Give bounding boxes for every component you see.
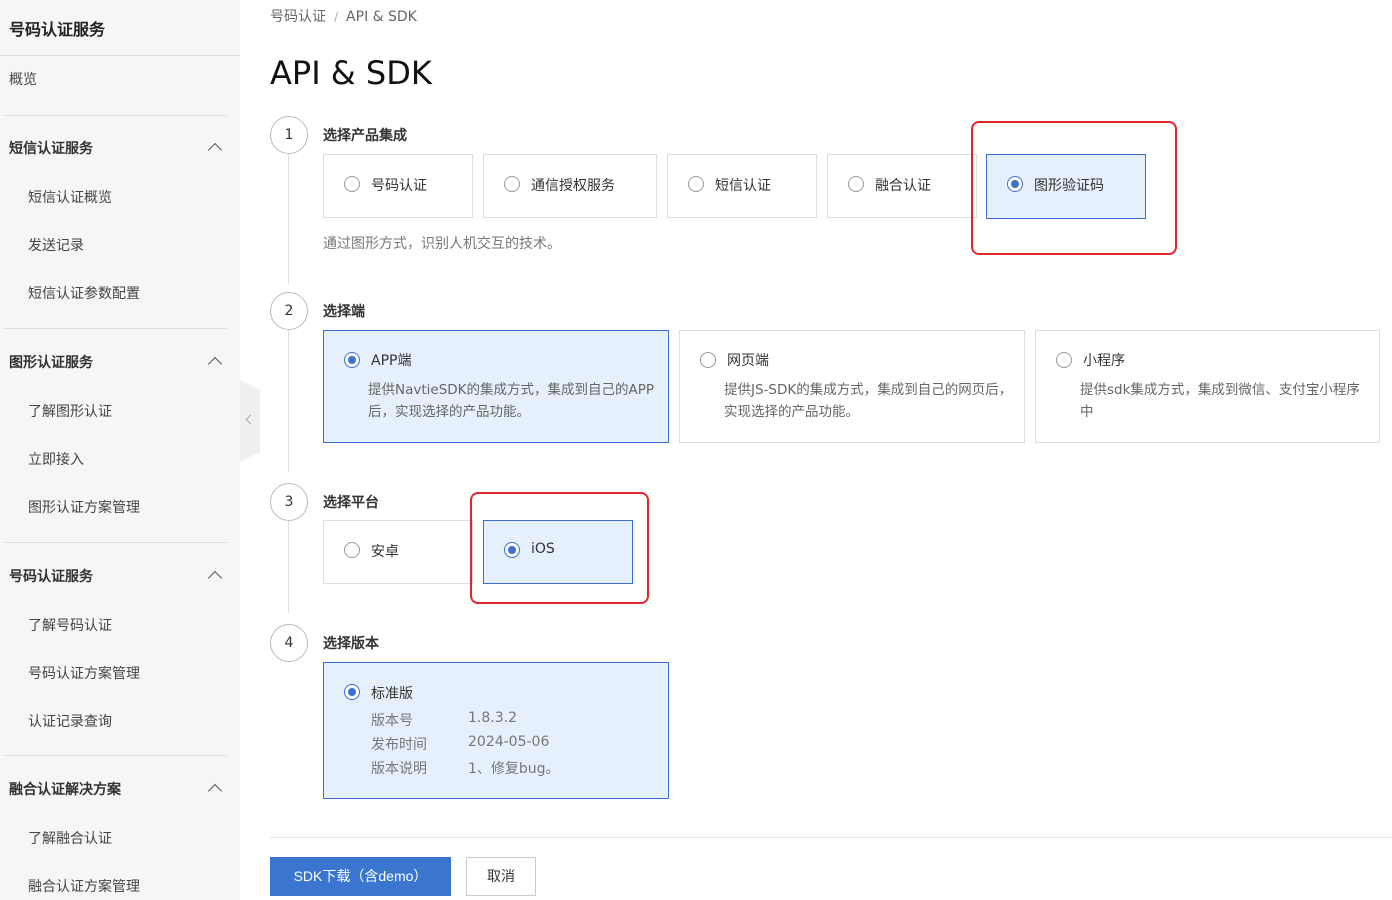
radio-icon: [688, 176, 704, 192]
option-label: 通信授权服务: [531, 178, 615, 194]
endpoint-option-web[interactable]: 网页端 提供JS-SDK的集成方式，集成到自己的网页后，实现选择的产品功能。: [679, 330, 1025, 443]
option-label: 短信认证: [715, 178, 771, 194]
option-label: 安卓: [371, 544, 399, 560]
endpoint-option-app[interactable]: APP端 提供NavtieSDK的集成方式，集成到自己的APP后，实现选择的产品…: [323, 330, 669, 443]
footer-divider: [270, 837, 1392, 838]
endpoint-option-miniprogram[interactable]: 小程序 提供sdk集成方式，集成到微信、支付宝小程序中: [1035, 330, 1380, 443]
sidebar-item-auth-records[interactable]: 认证记录查询: [28, 712, 112, 732]
version-number-value: 1.8.3.2: [468, 710, 517, 726]
release-notes-key: 版本说明: [371, 761, 427, 777]
breadcrumb-parent[interactable]: 号码认证: [270, 9, 326, 25]
chevron-up-icon: [207, 142, 223, 158]
step-connector: [288, 330, 289, 472]
version-option-standard[interactable]: 标准版 版本号 1.8.3.2 发布时间 2024-05-06 版本说明 1、修…: [323, 662, 669, 799]
chevron-up-icon: [207, 356, 223, 372]
sidebar-item-send-records[interactable]: 发送记录: [28, 236, 84, 256]
radio-icon: [344, 176, 360, 192]
radio-selected-icon: [1007, 176, 1023, 192]
sidebar-collapse-handle[interactable]: [240, 380, 260, 462]
sidebar-divider: [4, 115, 227, 116]
version-number-key: 版本号: [371, 713, 413, 729]
sidebar-group-graphic[interactable]: 图形认证服务: [9, 352, 229, 374]
product-option-comm-auth[interactable]: 通信授权服务: [483, 154, 657, 218]
sidebar-item-learn-graphic[interactable]: 了解图形认证: [28, 402, 112, 422]
product-option-number-auth[interactable]: 号码认证: [323, 154, 473, 218]
step-number: 2: [270, 292, 308, 330]
option-description: 提供NavtieSDK的集成方式，集成到自己的APP后，实现选择的产品功能。: [368, 382, 655, 420]
sidebar-group-sms[interactable]: 短信认证服务: [9, 138, 229, 160]
option-label: APP端: [371, 353, 412, 369]
platform-option-ios[interactable]: iOS: [483, 520, 633, 584]
radio-icon: [1056, 352, 1072, 368]
sidebar-item-number-plans[interactable]: 号码认证方案管理: [28, 664, 140, 684]
product-option-captcha[interactable]: 图形验证码: [986, 154, 1146, 219]
sidebar-group-fusion[interactable]: 融合认证解决方案: [9, 779, 229, 801]
sidebar-item-access-now[interactable]: 立即接入: [28, 450, 84, 470]
option-description: 提供JS-SDK的集成方式，集成到自己的网页后，实现选择的产品功能。: [724, 382, 1013, 420]
sdk-download-button[interactable]: SDK下载（含demo）: [270, 857, 451, 896]
sidebar-divider: [4, 755, 227, 756]
sidebar-item-sms-config[interactable]: 短信认证参数配置: [28, 284, 140, 304]
sidebar-divider: [4, 542, 227, 543]
release-notes-value: 1、修复bug。: [468, 761, 560, 777]
sidebar-item-learn-number[interactable]: 了解号码认证: [28, 616, 112, 636]
radio-selected-icon: [504, 542, 520, 558]
product-option-sms-auth[interactable]: 短信认证: [667, 154, 817, 218]
sidebar-divider: [4, 328, 227, 329]
step-number: 3: [270, 483, 308, 521]
radio-icon: [344, 542, 360, 558]
step-number: 1: [270, 116, 308, 154]
option-label: 小程序: [1083, 353, 1125, 369]
release-date-key: 发布时间: [371, 737, 427, 753]
radio-icon: [700, 352, 716, 368]
chevron-up-icon: [207, 783, 223, 799]
option-label: 图形验证码: [1034, 178, 1104, 194]
option-label: 号码认证: [371, 178, 427, 194]
step-number: 4: [270, 624, 308, 662]
page-title: API & SDK: [270, 54, 432, 92]
radio-icon: [504, 176, 520, 192]
step-connector: [288, 521, 289, 613]
sidebar-group-label: 号码认证服务: [9, 569, 93, 585]
sidebar-group-number[interactable]: 号码认证服务: [9, 566, 229, 588]
step-title: 选择平台: [323, 495, 379, 511]
breadcrumb: 号码认证 / API & SDK: [270, 6, 417, 26]
radio-selected-icon: [344, 352, 360, 368]
step-connector: [288, 154, 289, 284]
chevron-up-icon: [207, 570, 223, 586]
platform-option-android[interactable]: 安卓: [323, 520, 473, 584]
radio-icon: [848, 176, 864, 192]
release-date-value: 2024-05-06: [468, 734, 550, 750]
option-description: 提供sdk集成方式，集成到微信、支付宝小程序中: [1080, 382, 1360, 420]
step-title: 选择端: [323, 304, 365, 320]
radio-selected-icon: [344, 684, 360, 700]
option-label: iOS: [531, 541, 555, 557]
sidebar-item-fusion-plans[interactable]: 融合认证方案管理: [28, 877, 140, 897]
sidebar-item-learn-fusion[interactable]: 了解融合认证: [28, 829, 112, 849]
option-label: 网页端: [727, 353, 769, 369]
sidebar-item-sms-overview[interactable]: 短信认证概览: [28, 188, 112, 208]
step-title: 选择版本: [323, 636, 379, 652]
product-option-fusion-auth[interactable]: 融合认证: [827, 154, 977, 218]
sidebar-item-graphic-plans[interactable]: 图形认证方案管理: [28, 498, 140, 518]
chevron-left-icon: [245, 414, 256, 425]
option-label: 标准版: [371, 686, 413, 702]
sidebar: 号码认证服务 概览 短信认证服务 短信认证概览 发送记录 短信认证参数配置 图形…: [0, 0, 240, 900]
sidebar-group-label: 图形认证服务: [9, 355, 93, 371]
sidebar-item-overview[interactable]: 概览: [9, 70, 37, 90]
breadcrumb-current: API & SDK: [346, 9, 417, 25]
option-label: 融合认证: [875, 178, 931, 194]
cancel-button[interactable]: 取消: [466, 857, 536, 896]
product-helper-text: 通过图形方式，识别人机交互的技术。: [323, 236, 561, 252]
sidebar-title: 号码认证服务: [9, 20, 106, 39]
sidebar-group-label: 短信认证服务: [9, 141, 93, 157]
sidebar-group-label: 融合认证解决方案: [9, 782, 121, 798]
step-title: 选择产品集成: [323, 128, 407, 144]
breadcrumb-separator: /: [334, 10, 339, 24]
sidebar-divider: [0, 55, 240, 56]
